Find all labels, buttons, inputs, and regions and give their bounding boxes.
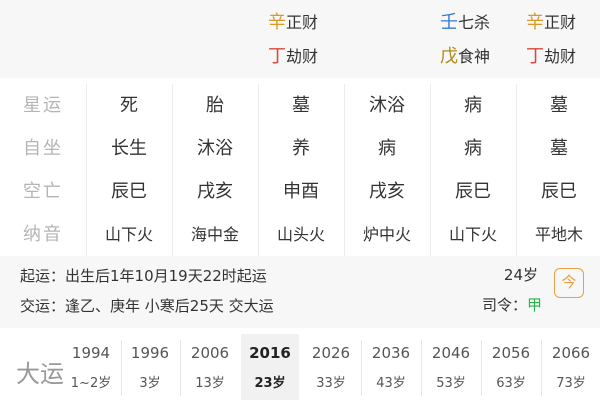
dayun-period[interactable]: 2026 33岁	[302, 334, 360, 400]
hidden-stems-panel: 辛正财 丁劫财 壬七杀 戊食神 辛正财 丁劫财	[0, 0, 600, 78]
dayun-timeline: 大运 1994 1~2岁 1996 3岁 2006 13岁 2016 23岁 2…	[0, 334, 600, 400]
grid-cell: 海中金	[190, 225, 239, 244]
hidden-stem: 丁劫财	[268, 42, 318, 68]
period-age: 1~2岁	[70, 376, 112, 391]
grid-cell: 辰巳	[541, 181, 577, 202]
luck-info-panel: 起运：出生后1年10月19天22时起运 交运：逢乙、庚年 小寒后25天 交大运 …	[0, 256, 600, 328]
period-year: 2026	[311, 344, 351, 362]
period-age: 13岁	[195, 376, 225, 391]
pillar-detail-grid: 星运 死 胎 墓 沐浴 病 墓 自坐 长生 沐浴 养 病 病 墓 空亡 辰巳 戌…	[0, 84, 600, 256]
period-age: 23岁	[254, 376, 286, 391]
grid-cell: 长生	[111, 138, 147, 159]
period-year: 1996	[130, 344, 170, 362]
period-age: 43岁	[376, 376, 406, 391]
grid-cell: 辰巳	[455, 181, 491, 202]
grid-cell: 墓	[550, 138, 568, 159]
stem-char: 丁	[268, 46, 286, 67]
stem-char: 戊	[440, 46, 458, 67]
row-label: 纳音	[23, 224, 63, 245]
grid-cell: 戌亥	[197, 181, 233, 202]
ten-god: 劫财	[286, 47, 319, 66]
period-age: 73岁	[556, 376, 586, 391]
row-nayin: 纳音 山下火 海中金 山头火 炉中火 山下火 平地木	[0, 213, 600, 256]
hidden-stem: 辛正财	[268, 8, 318, 34]
hidden-stem: 丁劫财	[526, 42, 576, 68]
grid-cell: 养	[292, 138, 310, 159]
grid-cell: 胎	[206, 95, 224, 116]
grid-cell: 申酉	[283, 181, 319, 202]
period-year: 2066	[551, 344, 591, 362]
period-year: 2056	[491, 344, 531, 362]
grid-cell: 戌亥	[369, 181, 405, 202]
dayun-period[interactable]: 2036 43岁	[362, 334, 420, 400]
grid-cell: 病	[464, 138, 482, 159]
dayun-period[interactable]: 1994 1~2岁	[62, 334, 120, 400]
siling-label: 司令：	[481, 296, 527, 314]
period-age: 53岁	[436, 376, 466, 391]
hidden-stem: 辛正财	[526, 8, 576, 34]
grid-cell: 沐浴	[197, 138, 233, 159]
grid-cell: 病	[464, 95, 482, 116]
grid-cell: 辰巳	[111, 181, 147, 202]
dayun-period[interactable]: 2046 53岁	[422, 334, 480, 400]
row-label: 自坐	[23, 138, 63, 159]
today-calendar-char: 今	[561, 273, 577, 291]
ten-god: 食神	[458, 47, 491, 66]
row-zizuo: 自坐 长生 沐浴 养 病 病 墓	[0, 127, 600, 170]
period-year: 1994	[71, 344, 111, 362]
qiyun-text: 起运：出生后1年10月19天22时起运	[20, 267, 267, 285]
dayun-period[interactable]: 2066 73岁	[542, 334, 600, 400]
grid-cell: 平地木	[534, 225, 583, 244]
period-year: 2046	[431, 344, 471, 362]
period-age: 63岁	[496, 376, 526, 391]
jiaoyun-text: 交运：逢乙、庚年 小寒后25天 交大运	[20, 297, 274, 315]
dayun-period[interactable]: 2056 63岁	[482, 334, 540, 400]
grid-cell: 墓	[292, 95, 310, 116]
grid-cell: 沐浴	[369, 95, 405, 116]
hidden-stem: 壬七杀	[440, 8, 490, 34]
row-label: 空亡	[23, 181, 63, 202]
stem-char: 丁	[526, 46, 544, 67]
stem-char: 辛	[526, 12, 544, 33]
period-year: 2036	[371, 344, 411, 362]
grid-cell: 炉中火	[362, 225, 411, 244]
stem-char: 壬	[440, 12, 458, 33]
dayun-period[interactable]: 2006 13岁	[181, 334, 239, 400]
period-year: 2016	[249, 344, 291, 362]
grid-cell: 山头火	[276, 225, 325, 244]
grid-cell: 山下火	[104, 225, 153, 244]
ten-god: 劫财	[544, 47, 577, 66]
today-calendar-icon[interactable]: 今	[554, 268, 584, 298]
row-label: 星运	[23, 95, 63, 116]
grid-cell: 墓	[550, 95, 568, 116]
dayun-label: 大运	[16, 360, 64, 388]
grid-cell: 山下火	[448, 225, 497, 244]
period-age: 3岁	[139, 376, 161, 391]
row-xingyun: 星运 死 胎 墓 沐浴 病 墓	[0, 84, 600, 127]
grid-cell: 病	[378, 138, 396, 159]
siling-value: 甲	[526, 296, 542, 314]
current-age: 24岁	[503, 266, 538, 284]
period-age: 33岁	[316, 376, 346, 391]
dayun-period[interactable]: 1996 3岁	[121, 334, 179, 400]
ten-god: 七杀	[458, 13, 491, 32]
stem-char: 辛	[268, 12, 286, 33]
hidden-stem: 戊食神	[440, 42, 490, 68]
ten-god: 正财	[544, 13, 577, 32]
row-kongwang: 空亡 辰巳 戌亥 申酉 戌亥 辰巳 辰巳	[0, 170, 600, 213]
grid-cell: 死	[120, 95, 138, 116]
period-year: 2006	[190, 344, 230, 362]
dayun-period-active[interactable]: 2016 23岁	[241, 334, 299, 400]
ten-god: 正财	[286, 13, 319, 32]
siling: 司令：甲	[482, 294, 542, 315]
